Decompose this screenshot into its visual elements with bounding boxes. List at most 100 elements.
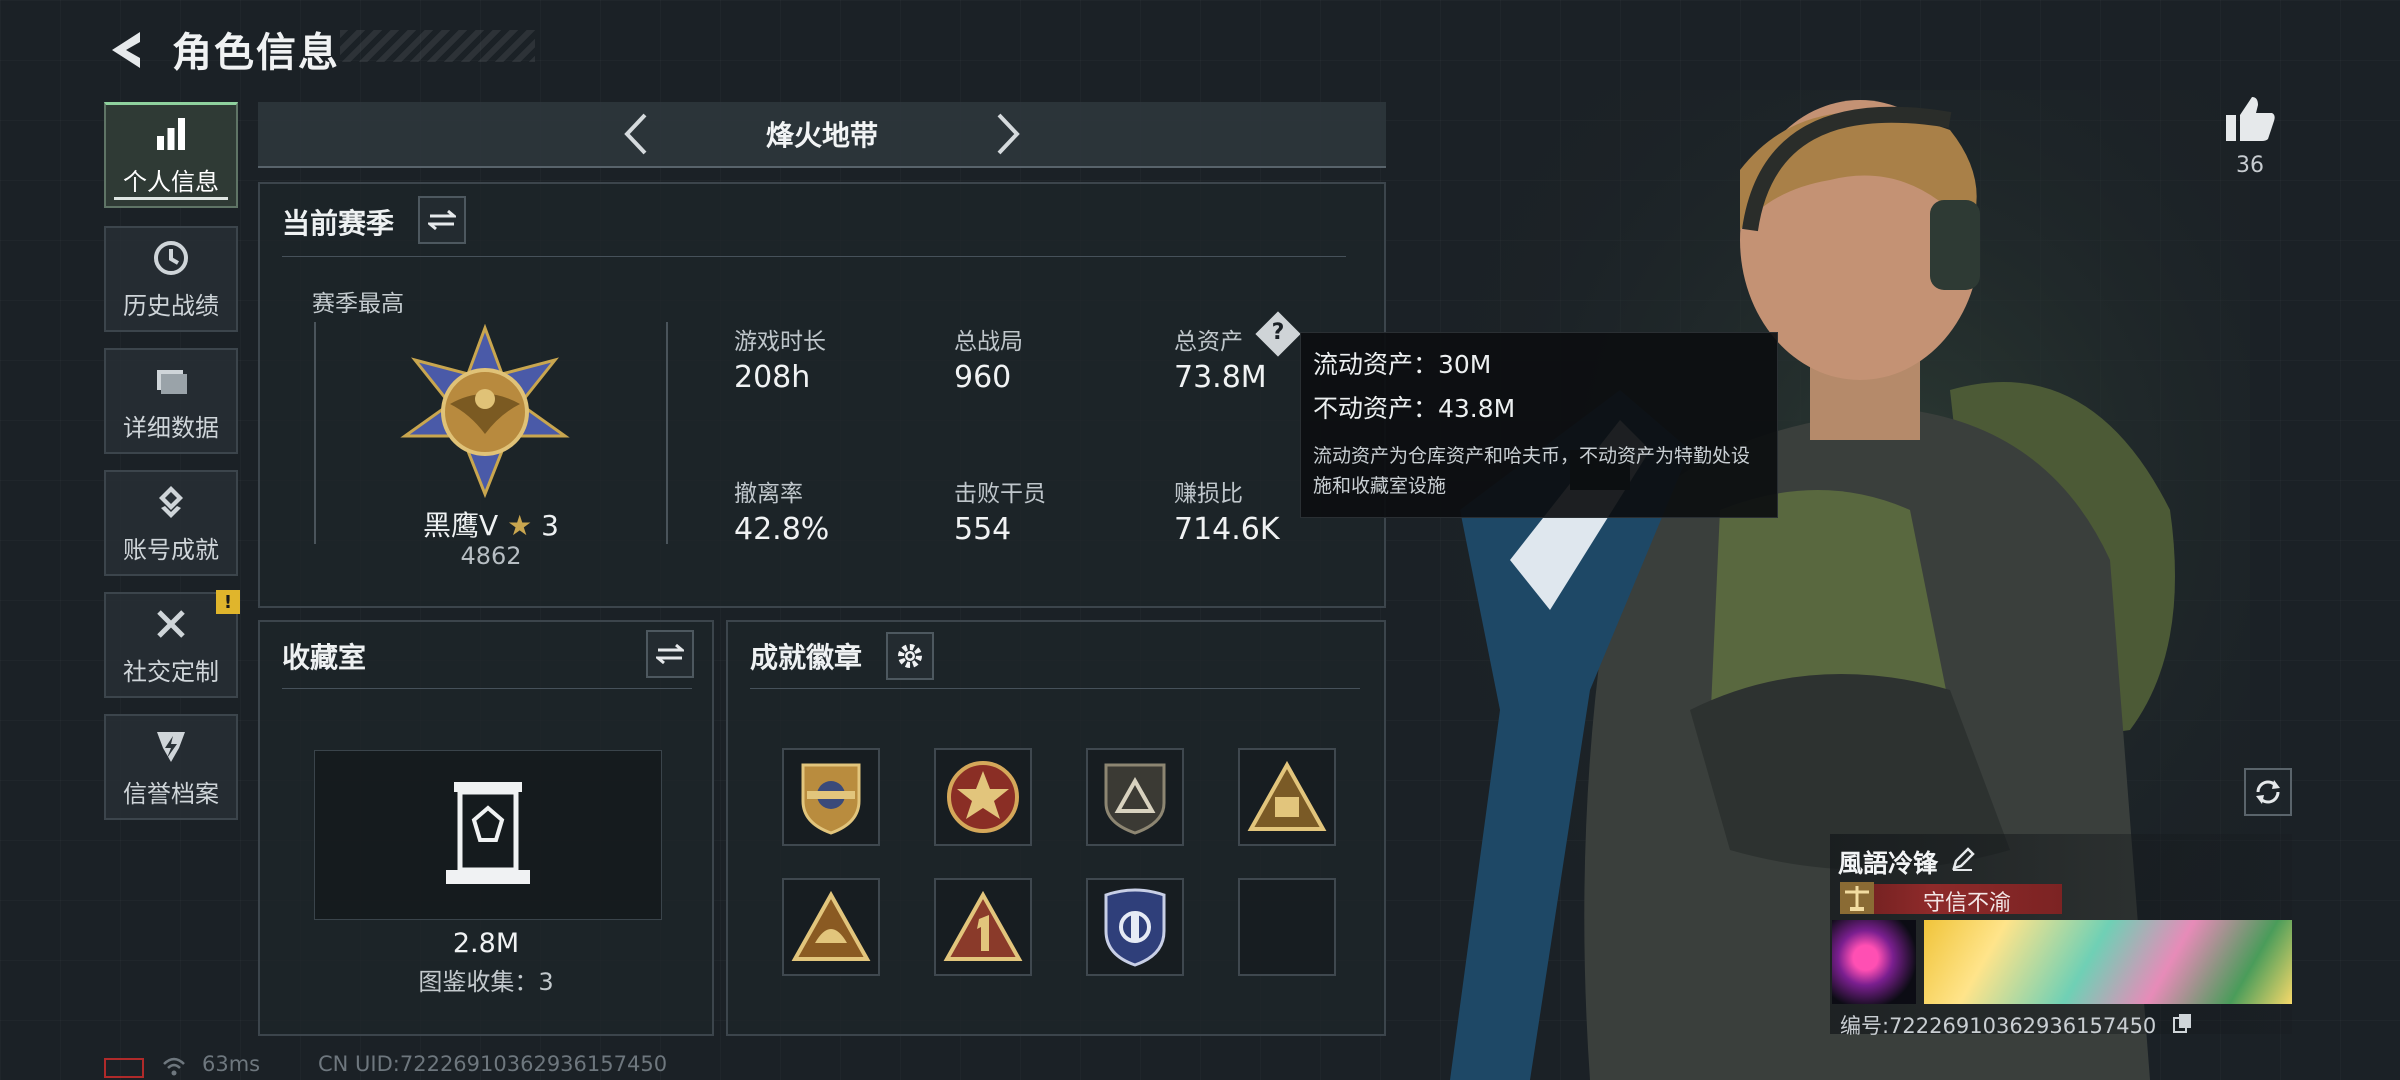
badge-slot[interactable]: [782, 748, 880, 846]
chevron-left-icon: [624, 113, 647, 155]
badges-settings-button[interactable]: [886, 632, 934, 680]
rank-emblem-icon: [400, 324, 570, 499]
copy-id-button[interactable]: [2172, 1012, 2194, 1038]
folder-icon: [157, 369, 187, 394]
gear-icon: [898, 644, 922, 668]
star-icon: ★: [507, 509, 533, 542]
page-title: 角色信息: [172, 30, 340, 76]
like-count: 36: [2236, 153, 2264, 178]
nav-label: 个人信息: [123, 168, 219, 196]
collection-panel: 收藏室 2.8M 图鉴收集：3: [258, 620, 714, 1036]
stat-label: 总资产: [1174, 329, 1243, 355]
stat-value: 42.8%: [734, 512, 830, 547]
winged-crest-badge-icon: [801, 763, 861, 835]
refresh-icon: [2256, 780, 2280, 804]
season-best-label: 赛季最高: [312, 291, 404, 317]
stat-label: 赚损比: [1174, 481, 1243, 507]
divider: [282, 688, 692, 689]
season-title: 当前赛季: [282, 207, 395, 240]
like-button[interactable]: 36: [2210, 95, 2290, 195]
divider: [750, 688, 1360, 689]
liquid-assets: 流动资产：30M: [1313, 350, 1492, 379]
rank-name: 黑鹰Ⅴ: [423, 509, 499, 542]
history-clock-icon: [154, 240, 188, 275]
nav-item-social[interactable]: 社交定制 !: [104, 590, 240, 698]
ping-value: 63ms: [202, 1052, 261, 1076]
chevron-right-icon: [997, 113, 1020, 155]
mode-selector: 烽火地带: [258, 102, 1386, 168]
cn-uid: CN UID:72226910362936157450: [318, 1052, 668, 1076]
collection-title: 收藏室: [282, 641, 367, 674]
player-banner[interactable]: [1924, 920, 2292, 1004]
tools-icon: [157, 609, 185, 638]
nav-label: 社交定制: [123, 657, 219, 686]
stat-value: 554: [954, 512, 1012, 547]
swap-arrows-icon: [428, 209, 456, 231]
prev-mode-button[interactable]: [610, 108, 662, 160]
season-switch-button[interactable]: [418, 196, 466, 244]
badge-slot[interactable]: [782, 878, 880, 976]
thumbs-up-icon: [2226, 97, 2275, 141]
nav-item-detail-data[interactable]: 详细数据: [104, 348, 238, 454]
badge-slot[interactable]: [1086, 878, 1184, 976]
pencil-icon: [1952, 847, 1975, 871]
badges-panel: 成就徽章: [726, 620, 1386, 1036]
triangle-helmet-badge-icon: [791, 890, 871, 961]
nav-item-reputation[interactable]: 信誉档案: [104, 714, 238, 820]
asset-description: 流动资产为仓库资产和哈夫币，不动资产为特勤处设施和收藏室设施: [1313, 445, 1751, 497]
battery-icon: [104, 1058, 144, 1078]
collection-value: 2.8M: [452, 928, 520, 959]
season-panel: 当前赛季 赛季最高 黑鹰Ⅴ ★ 3 4862 游戏时长 208h 总战局 960…: [258, 182, 1386, 608]
refresh-button[interactable]: [2244, 768, 2292, 816]
title-decoration: [340, 30, 535, 62]
badge-slot-empty[interactable]: [1238, 878, 1336, 976]
badge-slot[interactable]: [934, 878, 1032, 976]
badge-slot[interactable]: [934, 748, 1032, 846]
copy-icon: [2173, 1014, 2191, 1033]
badge-slot[interactable]: [1086, 748, 1184, 846]
mode-title: 烽火地带: [765, 119, 878, 152]
player-avatar[interactable]: [1832, 920, 1916, 1004]
asset-tooltip: 流动资产：30M 不动资产：43.8M 流动资产为仓库资产和哈夫币，不动资产为特…: [1300, 332, 1778, 518]
achievement-icon: [159, 485, 183, 518]
police-shield-badge-icon: [1104, 888, 1166, 967]
nav-label: 详细数据: [123, 413, 219, 442]
next-mode-button[interactable]: [982, 108, 1034, 160]
shield-bolt-icon: [157, 731, 185, 762]
back-arrow-icon: [112, 32, 140, 68]
back-button[interactable]: [100, 22, 156, 78]
star-medal-badge-icon: [947, 761, 1019, 833]
mountain-shield-badge-icon: [1104, 763, 1166, 835]
alert-badge: !: [216, 590, 240, 614]
nav-item-personal-info[interactable]: 个人信息: [104, 102, 238, 208]
bar-chart-icon: [157, 118, 185, 150]
stat-value: 73.8M: [1174, 360, 1267, 395]
divider: [282, 256, 1346, 257]
stat-value: 960: [954, 360, 1012, 395]
stat-value: 208h: [734, 360, 811, 395]
display-case-icon: [446, 782, 530, 884]
number-one-badge-icon: [943, 890, 1023, 961]
nav-label: 账号成就: [123, 535, 219, 564]
stat-value: 714.6K: [1174, 512, 1280, 547]
stat-label: 撤离率: [734, 481, 803, 507]
nav-label: 历史战绩: [123, 291, 219, 320]
player-name: 風語冷锋: [1838, 849, 1939, 878]
badge-slot[interactable]: [1238, 748, 1336, 846]
rank-stars: 3: [541, 509, 559, 542]
rank-name-row: 黑鹰Ⅴ ★ 3: [416, 504, 566, 544]
stat-label: 击败干员: [954, 481, 1046, 507]
stat-label: 游戏时长: [734, 329, 826, 355]
edit-name-button[interactable]: [1950, 846, 1976, 876]
badges-title: 成就徽章: [750, 641, 863, 674]
swap-arrows-icon: [656, 643, 684, 665]
wifi-icon: [163, 1057, 185, 1076]
nav-item-achievements[interactable]: 账号成就: [104, 470, 238, 576]
nav-label: 信誉档案: [123, 779, 219, 808]
collection-switch-button[interactable]: [646, 630, 694, 678]
nav-item-history[interactable]: 历史战绩: [104, 226, 238, 332]
fixed-assets: 不动资产：43.8M: [1313, 394, 1516, 423]
triangle-emblem-badge-icon: [1247, 760, 1327, 831]
rank-points: 4862: [460, 542, 522, 570]
player-id: 编号:72226910362936157450: [1840, 1014, 2157, 1038]
